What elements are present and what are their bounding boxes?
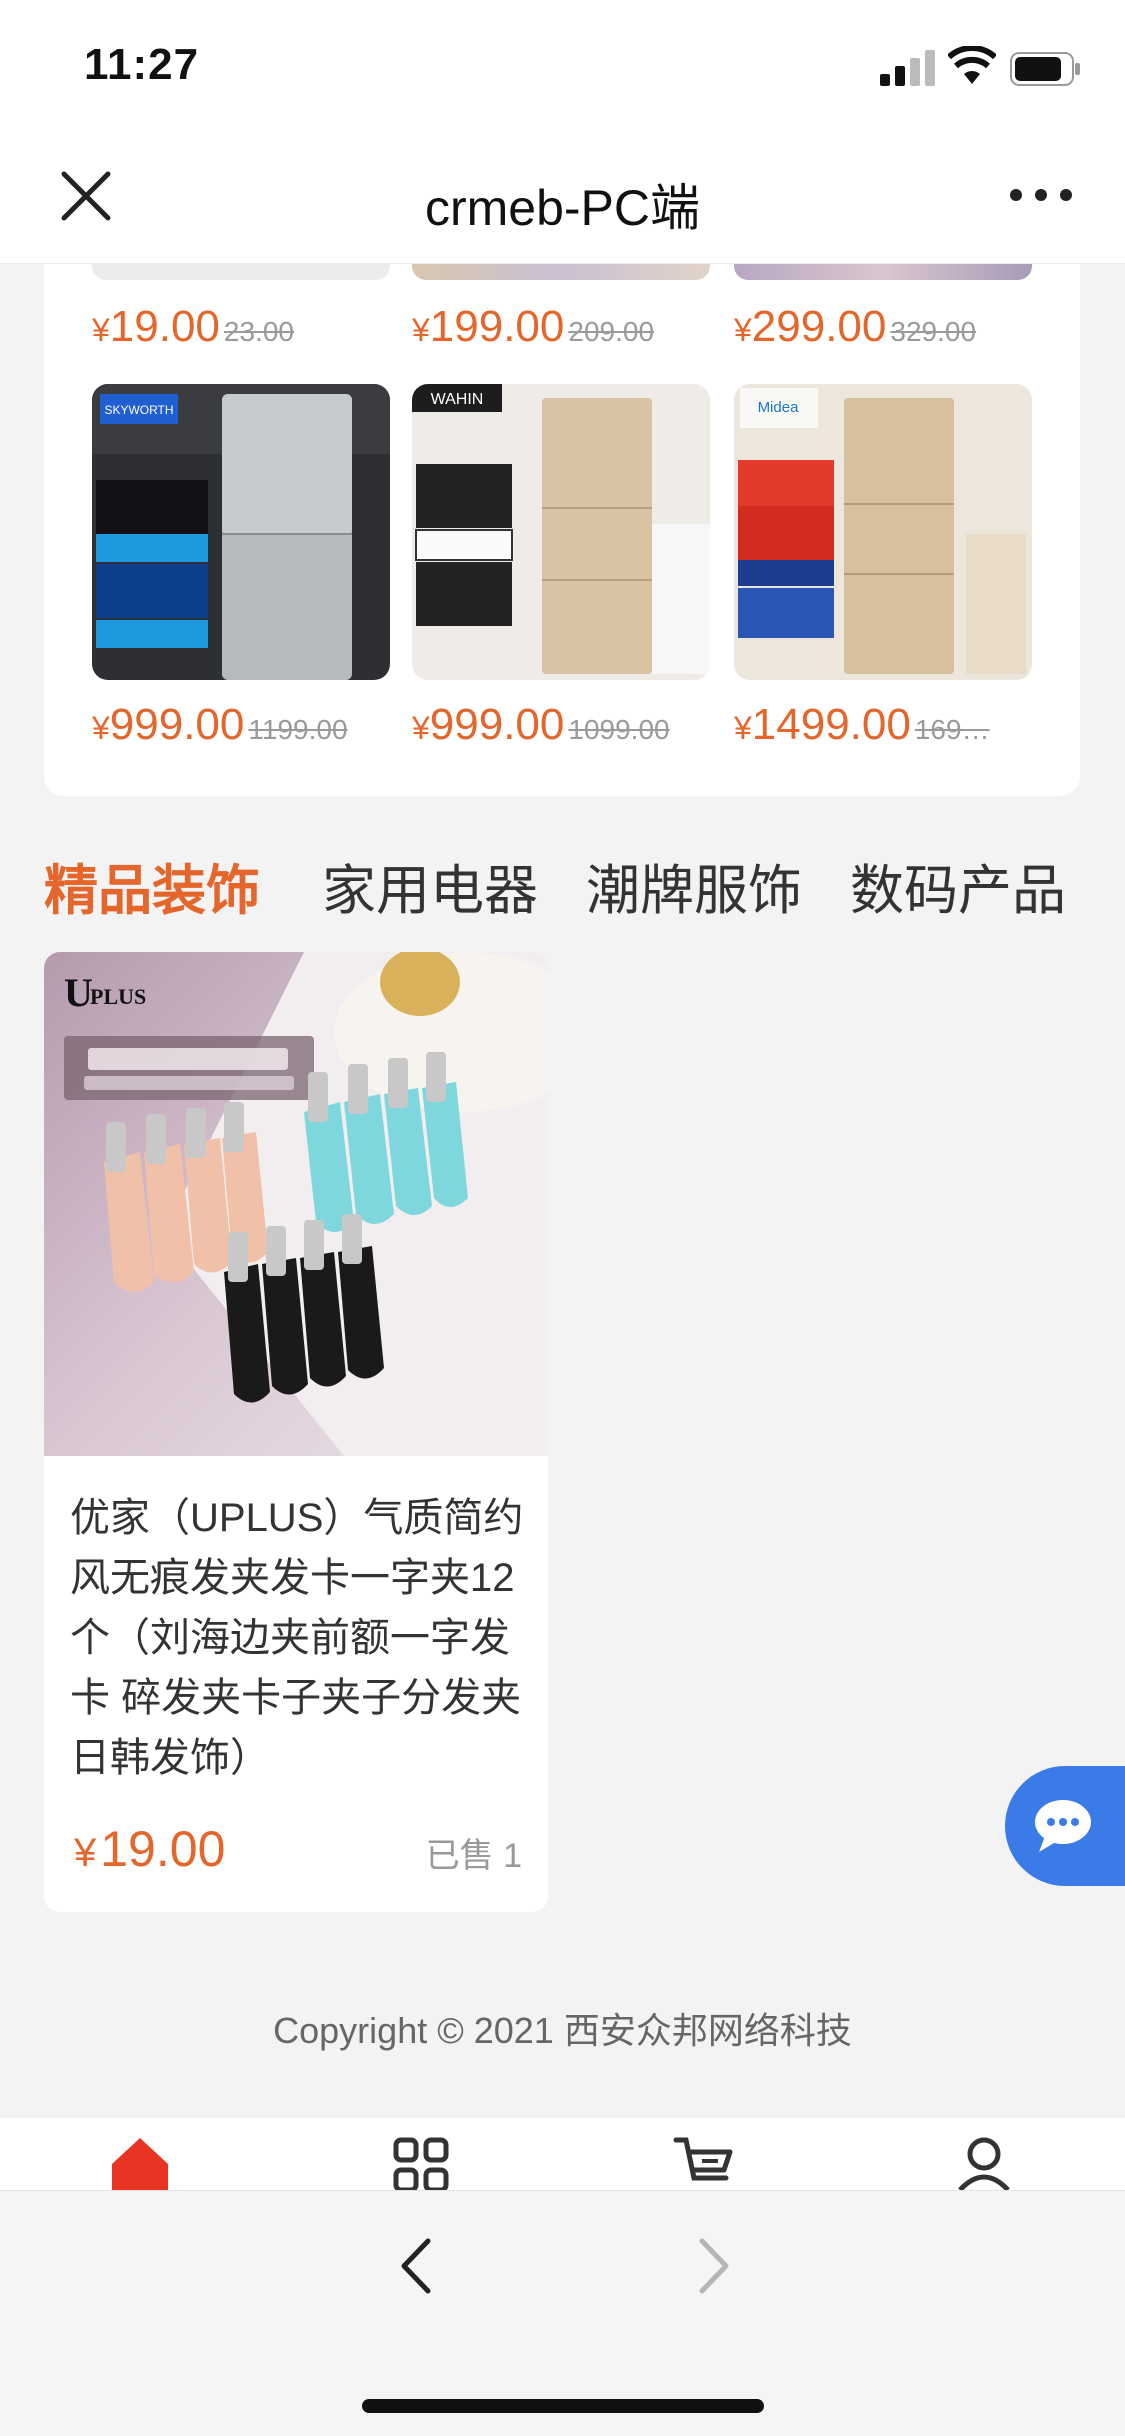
fridge-illustration: WAHIN [412,384,710,680]
product-price: ¥199.00 209.00 [412,302,655,351]
tab-jingpin-zhuangshi[interactable]: 精品装饰 [44,846,260,925]
original-price: 209.00 [568,316,655,347]
product-price: ¥999.00 1099.00 [412,700,670,749]
product-image[interactable] [92,264,390,280]
product-image-skyworth-fridge[interactable]: SKYWORTH [92,384,390,680]
battery-icon [1010,52,1080,86]
tab-jiayong-dianqi[interactable]: 家用电器 [322,846,538,925]
back-arrow-icon[interactable] [390,2231,440,2301]
user-icon[interactable] [952,2134,1016,2190]
product-price: ¥999.00 1199.00 [92,700,348,749]
product-image-wahin-fridge[interactable]: WAHIN [412,384,710,680]
fridge-illustration: Midea [734,384,1032,680]
original-price: 329.00 [890,316,977,347]
product-price: ¥19.00 [74,1821,226,1877]
bottom-tab-bar [0,2118,1125,2190]
product-image[interactable] [734,264,1032,280]
product-image-midea-fridge[interactable]: Midea [734,384,1032,680]
sold-count: 已售 1 [425,1837,522,1875]
home-icon[interactable] [108,2134,172,2190]
product-card[interactable]: U PLUS 优家（UPLUS）气质简约风无痕发夹发卡一字夹12个（刘海边夹前额… [44,952,548,1912]
product-price: ¥19.00 23.00 [92,302,294,351]
original-price: 169… [914,714,990,745]
original-price: 1199.00 [248,714,348,745]
browser-toolbar [0,2190,1125,2436]
tab-chaopai-fushi[interactable]: 潮牌服饰 [586,846,802,925]
svg-text:PLUS: PLUS [90,984,146,1009]
svg-text:SKYWORTH: SKYWORTH [104,403,173,417]
product-price: ¥299.00 329.00 [734,302,977,351]
svg-text:U: U [64,970,93,1015]
original-price: 23.00 [223,316,294,347]
grid-icon[interactable] [390,2134,454,2190]
forward-arrow-icon[interactable] [690,2231,740,2301]
product-name[interactable]: 优家（UPLUS）气质简约风无痕发夹发卡一字夹12个（刘海边夹前额一字发卡 碎发… [70,1488,526,1788]
fridge-illustration: SKYWORTH [92,384,390,680]
signal-icon [880,50,935,86]
home-indicator [362,2399,764,2413]
chat-button[interactable] [1005,1766,1125,1886]
product-image-hair-clips[interactable]: U PLUS [44,952,548,1456]
original-price: 1099.00 [568,714,670,745]
svg-text:Midea: Midea [758,399,800,416]
product-price: ¥1499.00 169… [734,700,990,749]
tab-shuma-chanpin[interactable]: 数码产品 [850,846,1066,925]
chat-icon [1035,1800,1091,1852]
status-time: 11:27 [84,40,200,89]
status-bar: 11:27 [0,0,1125,136]
page-title: crmeb-PC端 [424,180,701,236]
category-tabs: 精品装饰 家用电器 潮牌服饰 数码产品 [44,846,1084,926]
product-grid: ¥19.00 23.00 ¥199.00 209.00 ¥299.00 329.… [44,264,1080,796]
wifi-icon [948,46,996,84]
cart-icon[interactable] [672,2134,736,2190]
nav-bar: crmeb-PC端 [0,136,1125,264]
more-icon[interactable] [1008,182,1074,208]
copyright-text: Copyright © 2021 西安众邦网络科技 [273,2010,852,2051]
product-image[interactable] [412,264,710,280]
svg-text:WAHIN: WAHIN [431,391,484,408]
